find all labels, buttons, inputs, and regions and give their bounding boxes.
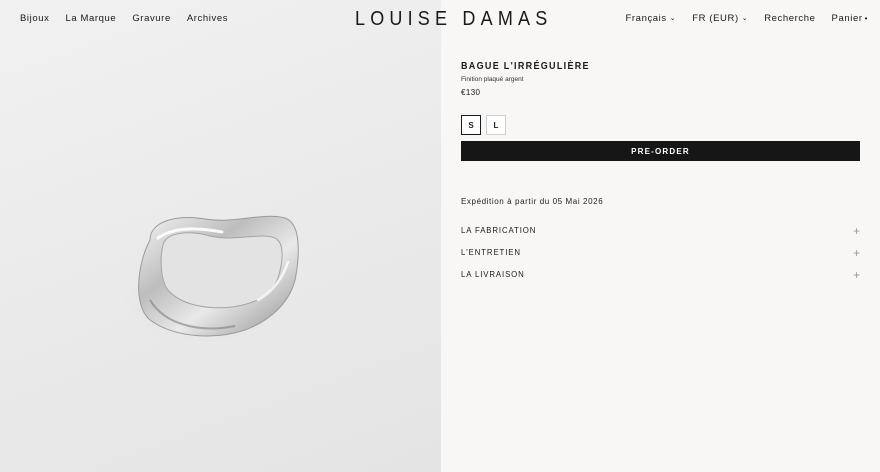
shipping-info: Expédition à partir du 05 Mai 2026 [461,197,604,206]
product-info: BAGUE L'IRRÉGULIÈRE Finition plaqué arge… [461,60,861,97]
plus-icon: + [853,245,861,260]
product-image[interactable] [0,0,441,472]
accordion-label: LA LIVRAISON [461,270,525,279]
accordion-label: L'ENTRETIEN [461,248,521,257]
nav-item-la-marque[interactable]: La Marque [65,13,116,24]
currency-label: FR (EUR) [692,13,739,24]
nav-item-bijoux[interactable]: Bijoux [20,13,49,24]
nav-item-gravure[interactable]: Gravure [132,13,171,24]
main-nav: Bijoux La Marque Gravure Archives [20,13,228,24]
currency-selector[interactable]: FR (EUR) ⌄ [692,13,748,24]
pre-order-button[interactable]: PRE-ORDER [461,141,860,161]
product-title: BAGUE L'IRRÉGULIÈRE [461,60,590,71]
size-option-s[interactable]: S [461,115,481,135]
accordion-livraison[interactable]: LA LIVRAISON + [461,267,861,282]
language-label: Français [625,13,667,24]
accordion-entretien[interactable]: L'ENTRETIEN + [461,245,861,260]
utility-nav: Français ⌄ FR (EUR) ⌄ Recherche Panier • [626,13,868,24]
product-finish: Finition plaqué argent [461,76,524,83]
cart-label: Panier [831,13,863,24]
size-option-l[interactable]: L [486,115,506,135]
nav-item-archives[interactable]: Archives [187,13,228,24]
dot-icon: • [864,14,868,23]
brand-logo[interactable]: LOUISE DAMAS [355,6,552,30]
language-selector[interactable]: Français ⌄ [626,13,677,24]
cart-link[interactable]: Panier • [832,13,868,24]
plus-icon: + [853,267,861,282]
plus-icon: + [853,223,861,238]
product-page: Bijoux La Marque Gravure Archives LOUISE… [0,0,880,472]
search-link[interactable]: Recherche [764,13,815,24]
accordion-label: LA FABRICATION [461,226,537,235]
chevron-down-icon: ⌄ [741,15,749,22]
ring-photo [120,215,299,348]
size-selector: S L [461,115,506,135]
accordion-la-fabrication[interactable]: LA FABRICATION + [461,223,861,238]
chevron-down-icon: ⌄ [669,15,677,22]
product-price: €130 [461,88,481,97]
